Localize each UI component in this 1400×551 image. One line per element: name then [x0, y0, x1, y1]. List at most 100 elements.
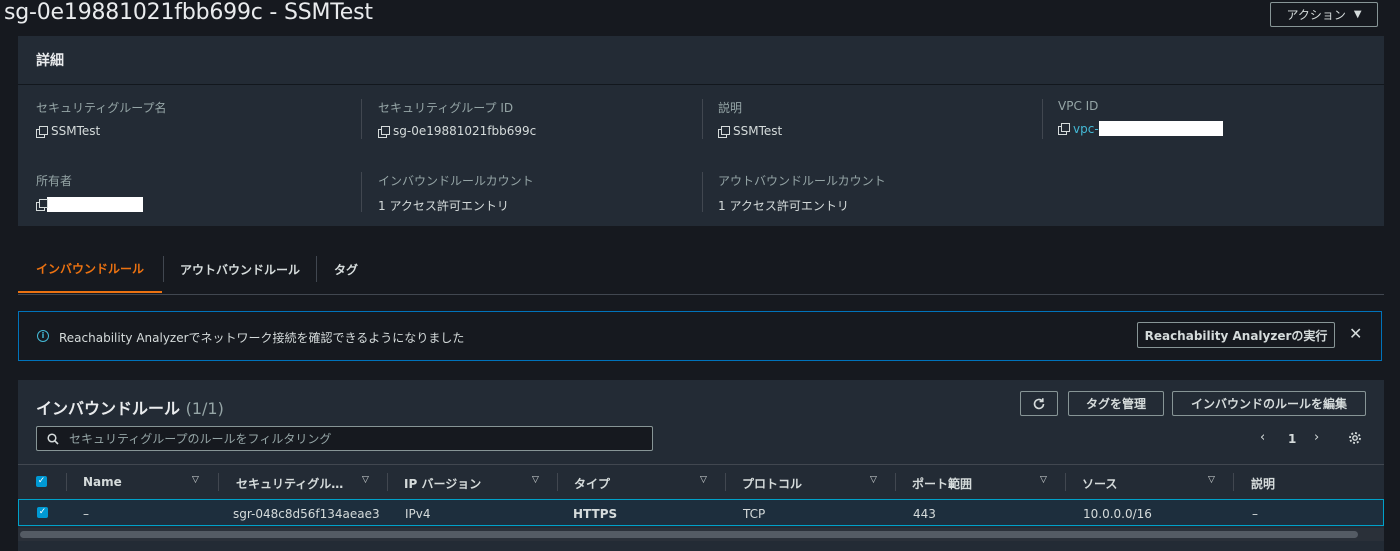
column-header-source[interactable]: ソース — [1082, 475, 1117, 492]
column-divider — [387, 473, 388, 491]
column-header-description[interactable]: 説明 — [1251, 475, 1275, 492]
cell-ip-version: IPv4 — [405, 507, 431, 521]
filter-search-box[interactable] — [36, 426, 653, 451]
sg-id-label: セキュリティグループ ID — [378, 101, 514, 115]
details-header: 詳細 — [18, 36, 1384, 85]
description-label: 説明 — [718, 101, 743, 115]
filter-input[interactable] — [67, 430, 651, 447]
refresh-icon — [1033, 397, 1045, 409]
cell-description: – — [1252, 507, 1258, 521]
page-number[interactable]: 1 — [1288, 432, 1296, 446]
details-panel: 詳細 セキュリティグループ名 SSMTest セキュリティグループ ID sg-… — [18, 36, 1384, 226]
cell-type: HTTPS — [573, 507, 618, 521]
copy-icon[interactable] — [718, 125, 730, 138]
tab-outbound-rules[interactable]: アウトバウンドルール — [180, 246, 300, 293]
column-header-type[interactable]: タイプ — [574, 475, 610, 492]
sort-caret-icon[interactable]: ▽ — [700, 475, 707, 485]
inbound-count-value: 1 アクセス許可エントリ — [378, 199, 509, 213]
redacted-block — [1098, 121, 1223, 136]
field-sg-id: セキュリティグループ ID sg-0e19881021fbb699c — [378, 99, 536, 138]
copy-icon[interactable] — [1058, 123, 1070, 135]
column-header-port-range[interactable]: ポート範囲 — [912, 475, 972, 492]
outbound-count-label: アウトバウンドルールカウント — [718, 174, 886, 188]
select-all-checkbox[interactable]: ✓ — [36, 476, 47, 487]
cell-port-range: 443 — [913, 507, 936, 521]
column-divider — [361, 99, 362, 139]
search-icon — [47, 432, 59, 445]
table-row[interactable]: ✓ – sgr-048c8d56f134aeae3 IPv4 HTTPS TCP… — [18, 499, 1384, 526]
actions-dropdown-button[interactable]: アクション ▼ — [1270, 2, 1378, 27]
page-next-icon[interactable]: › — [1314, 430, 1319, 445]
gear-icon[interactable] — [1348, 431, 1362, 445]
sort-caret-icon[interactable]: ▽ — [532, 475, 539, 485]
tab-tags[interactable]: タグ — [334, 246, 358, 293]
column-divider — [725, 473, 726, 491]
edit-inbound-rules-button[interactable]: インバウンドのルールを編集 — [1172, 391, 1366, 416]
column-header-name[interactable]: Name — [83, 475, 122, 489]
column-divider — [218, 473, 219, 491]
sort-caret-icon[interactable]: ▽ — [1040, 475, 1047, 485]
sg-id-value: sg-0e19881021fbb699c — [393, 124, 537, 138]
sg-name-value: SSMTest — [51, 124, 101, 138]
cell-rule-id: sgr-048c8d56f134aeae3 — [233, 507, 380, 521]
run-reachability-analyzer-button[interactable]: Reachability Analyzerの実行 — [1137, 322, 1335, 348]
column-divider — [66, 473, 67, 491]
cell-protocol: TCP — [743, 507, 766, 521]
actions-label: アクション — [1286, 8, 1346, 22]
sort-caret-icon[interactable]: ▽ — [192, 475, 199, 485]
column-divider — [1065, 473, 1066, 491]
column-divider — [1042, 99, 1043, 139]
info-icon: i — [37, 330, 49, 342]
column-divider — [361, 172, 362, 212]
inbound-count-label: インバウンドルールカウント — [378, 174, 534, 188]
column-divider — [895, 473, 896, 491]
table-header: ✓ Name ▽ セキュリティグル… ▽ IP バージョン ▽ タイプ ▽ プロ… — [18, 464, 1384, 500]
field-sg-name: セキュリティグループ名 SSMTest — [36, 99, 167, 138]
owner-label: 所有者 — [36, 174, 73, 188]
horizontal-scrollbar[interactable] — [18, 528, 1384, 541]
manage-tags-button[interactable]: タグを管理 — [1068, 391, 1164, 416]
vpc-id-link[interactable]: vpc- — [1073, 122, 1099, 136]
column-header-ip-version[interactable]: IP バージョン — [404, 475, 481, 492]
tab-inbound-rules[interactable]: インバウンドルール — [18, 246, 163, 293]
flash-message: Reachability Analyzerでネットワーク接続を確認できるようにな… — [59, 331, 465, 345]
field-owner: 所有者 — [36, 172, 143, 212]
column-divider — [557, 473, 558, 491]
sort-caret-icon[interactable]: ▽ — [870, 475, 877, 485]
column-divider — [702, 99, 703, 139]
refresh-button[interactable] — [1020, 391, 1058, 416]
field-inbound-count: インバウンドルールカウント 1 アクセス許可エントリ — [378, 172, 534, 214]
rules-count: (1/1) — [185, 399, 224, 418]
sg-name-label: セキュリティグループ名 — [36, 101, 167, 115]
column-header-rule-id[interactable]: セキュリティグル… — [236, 475, 343, 492]
description-value: SSMTest — [733, 124, 783, 138]
scrollbar-thumb[interactable] — [20, 531, 1358, 538]
info-flashbar: i Reachability Analyzerでネットワーク接続を確認できるよう… — [18, 311, 1382, 361]
column-header-protocol[interactable]: プロトコル — [742, 475, 802, 492]
field-outbound-count: アウトバウンドルールカウント 1 アクセス許可エントリ — [718, 172, 886, 214]
cell-name: – — [83, 507, 89, 521]
copy-icon[interactable] — [36, 125, 48, 138]
page-prev-icon[interactable]: ‹ — [1260, 430, 1265, 445]
sort-caret-icon[interactable]: ▽ — [362, 475, 369, 485]
tab-divider — [163, 256, 164, 282]
inbound-rules-panel: インバウンドルール (1/1) タグを管理 インバウンドのルールを編集 ‹ 1 … — [18, 380, 1384, 551]
row-checkbox[interactable]: ✓ — [37, 507, 48, 518]
tab-divider — [316, 256, 317, 282]
cell-source: 10.0.0.0/16 — [1083, 507, 1152, 521]
copy-icon[interactable] — [36, 199, 48, 211]
caret-down-icon: ▼ — [1353, 9, 1362, 20]
field-description: 説明 SSMTest — [718, 99, 782, 138]
outbound-count-value: 1 アクセス許可エントリ — [718, 199, 849, 213]
field-vpc-id: VPC ID vpc- — [1058, 99, 1223, 136]
vpc-id-label: VPC ID — [1058, 99, 1099, 113]
column-divider — [1233, 473, 1234, 491]
sort-caret-icon[interactable]: ▽ — [1208, 475, 1215, 485]
column-divider — [702, 172, 703, 212]
page-title: sg-0e19881021fbb699c - SSMTest — [4, 0, 373, 25]
close-icon[interactable]: ✕ — [1349, 326, 1362, 342]
copy-icon[interactable] — [378, 125, 390, 138]
tab-bar: インバウンドルール アウトバウンドルール タグ — [18, 246, 1384, 295]
rules-title-text: インバウンドルール — [36, 399, 181, 418]
rules-title: インバウンドルール (1/1) — [36, 395, 224, 419]
